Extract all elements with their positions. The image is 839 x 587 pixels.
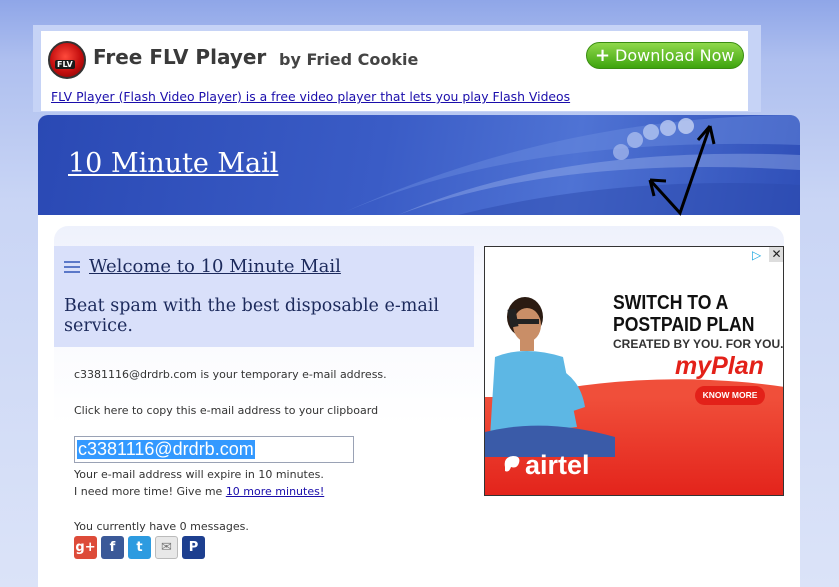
pinterest-glyph: P [188, 540, 199, 555]
email-icon[interactable]: ✉ [155, 536, 178, 559]
tagline: Beat spam with the best disposable e-mai… [64, 296, 439, 336]
ad-headline-1: SWITCH TO A [613, 292, 729, 314]
google-plus-icon[interactable]: g+ [74, 536, 97, 559]
plus-icon: + [595, 45, 611, 66]
airtel-logo-icon [504, 456, 520, 472]
ad-airtel-wordmark: airtel [525, 450, 590, 480]
google-plus-glyph: g+ [75, 540, 96, 555]
facebook-glyph: f [109, 540, 116, 555]
facebook-icon[interactable]: f [101, 536, 124, 559]
more-time-line: I need more time! Give me 10 more minute… [74, 485, 324, 498]
welcome-box: Welcome to 10 Minute Mail Beat spam with… [54, 246, 474, 347]
site-title-link[interactable]: 10 Minute Mail [68, 148, 278, 179]
download-now-button[interactable]: + Download Now [586, 42, 744, 69]
ad-choices-icon[interactable]: ▷ [752, 248, 766, 262]
flv-byline: by Fried Cookie [279, 50, 419, 69]
twitter-icon[interactable]: t [128, 536, 151, 559]
email-address-value: c3381116@drdrb.com [77, 439, 255, 459]
email-glyph: ✉ [161, 540, 172, 555]
ad-headline-2: POSTPAID PLAN [613, 314, 755, 336]
side-ad-airtel[interactable]: SWITCH TO A POSTPAID PLAN CREATED BY YOU… [484, 246, 784, 496]
download-now-label: Download Now [615, 46, 735, 65]
more-minutes-link[interactable]: 10 more minutes! [226, 485, 324, 498]
ad-brand-myplan: myPlan [675, 352, 764, 380]
message-count-text: You currently have 0 messages. [74, 520, 249, 533]
know-more-button[interactable]: KNOW MORE [695, 386, 765, 405]
expire-text: Your e-mail address will expire in 10 mi… [74, 468, 324, 481]
top-ad-content: FLV Free FLV Player by Fried Cookie + Do… [41, 31, 748, 111]
ad-person-image [485, 297, 615, 457]
email-address-field[interactable]: c3381116@drdrb.com [74, 436, 354, 463]
flv-description-link[interactable]: FLV Player (Flash Video Player) is a fre… [51, 89, 570, 104]
flv-logo-text: FLV [55, 60, 75, 69]
menu-icon [64, 261, 80, 273]
pinterest-icon[interactable]: P [182, 536, 205, 559]
ad-close-icon[interactable]: ✕ [769, 247, 783, 262]
copy-to-clipboard-hint[interactable]: Click here to copy this e-mail address t… [74, 404, 378, 417]
ad-subline: CREATED BY YOU. FOR YOU. [613, 337, 784, 351]
flv-logo-icon: FLV [48, 41, 86, 79]
welcome-title-link[interactable]: Welcome to 10 Minute Mail [89, 256, 341, 277]
hand-drawn-arrow-icon [648, 125, 716, 216]
top-banner-ad: FLV Free FLV Player by Fried Cookie + Do… [33, 25, 761, 112]
twitter-glyph: t [136, 540, 143, 555]
address-info-text: c3381116@drdrb.com is your temporary e-m… [74, 368, 387, 381]
flv-title: Free FLV Player [93, 45, 267, 69]
more-time-prefix: I need more time! Give me [74, 485, 223, 498]
